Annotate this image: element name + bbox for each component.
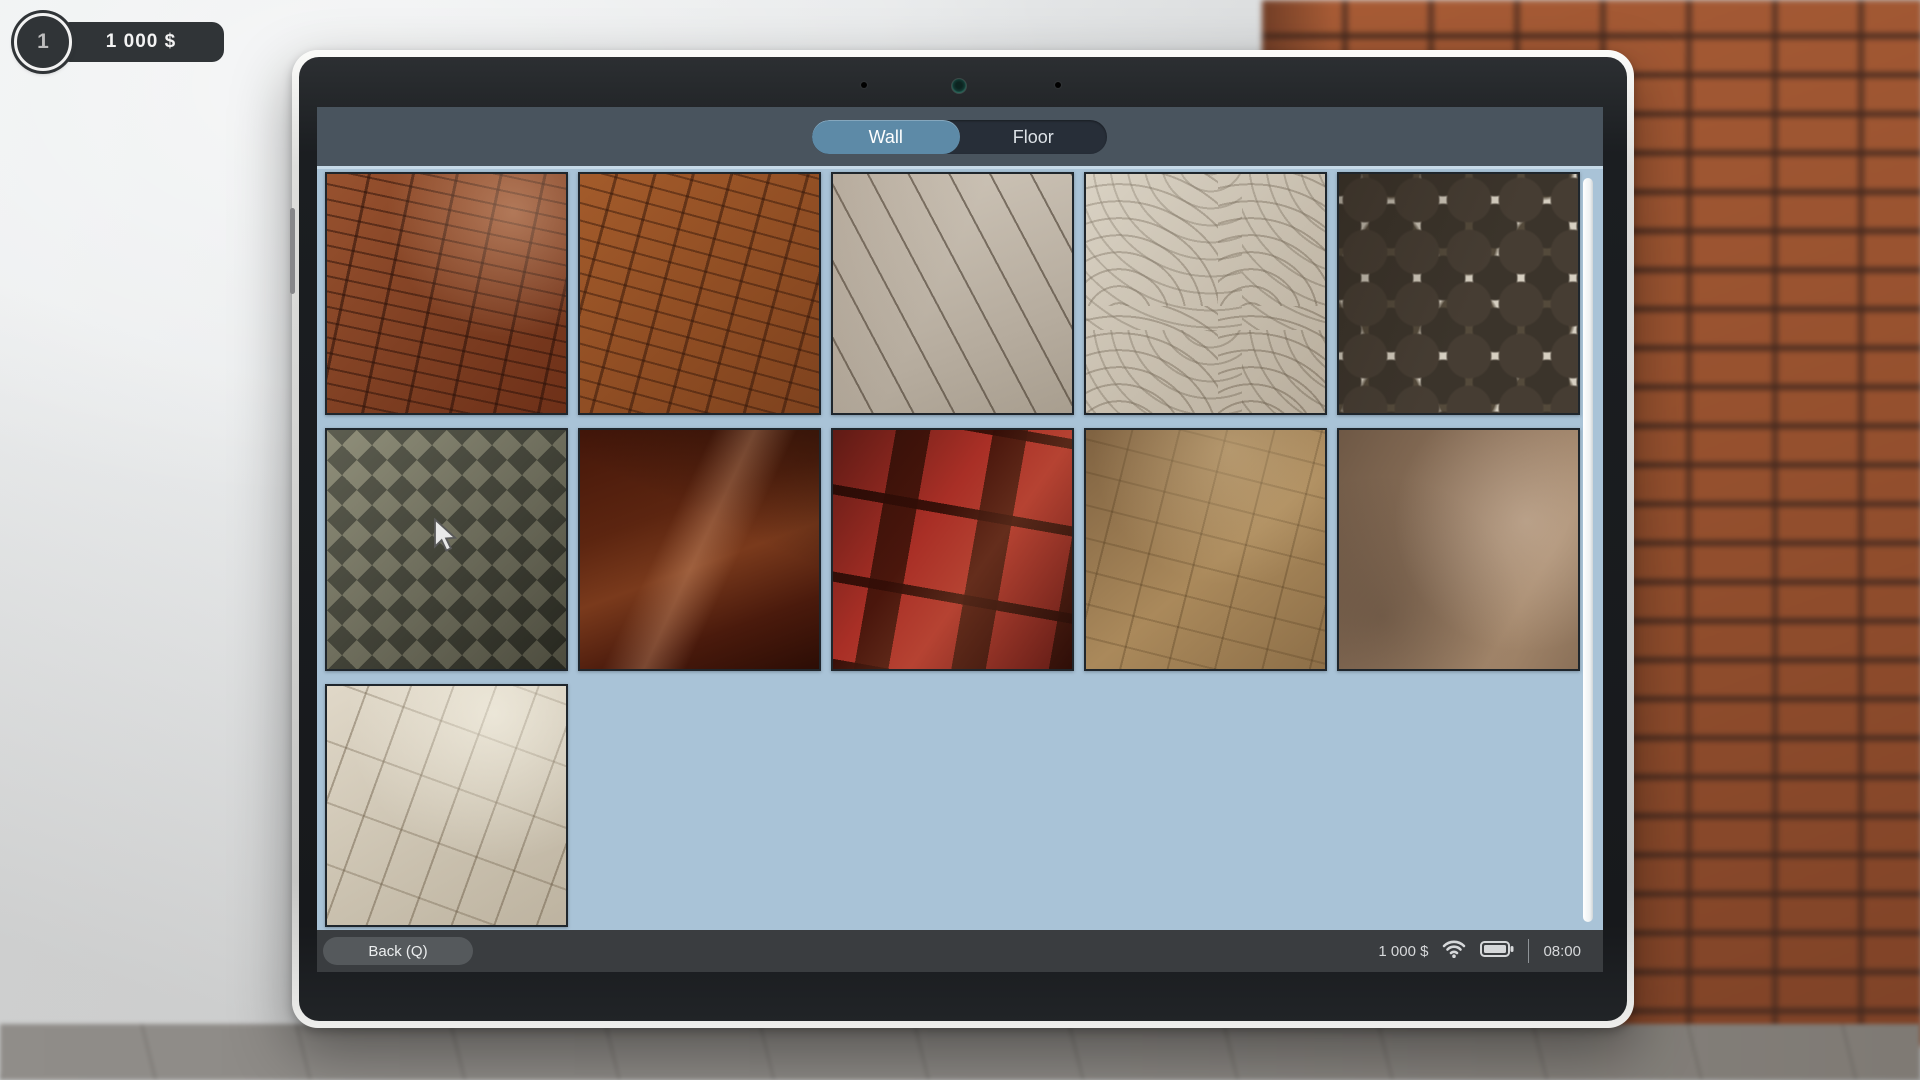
material-light-wood-planks[interactable] bbox=[831, 172, 1074, 415]
material-white-brick-wall[interactable] bbox=[325, 684, 568, 927]
tablet-screen: Wall Floor Back (Q) 1 000 $ bbox=[317, 107, 1603, 972]
material-tan-brick-wall[interactable] bbox=[1084, 428, 1327, 671]
status-money: 1 000 $ bbox=[1378, 943, 1428, 960]
hud-money-pill: 1 000 $ bbox=[58, 22, 224, 62]
tablet-device: Wall Floor Back (Q) 1 000 $ bbox=[292, 50, 1634, 1028]
wall-floor-segmented-control: Wall Floor bbox=[812, 120, 1107, 154]
material-brown-plaster[interactable] bbox=[1337, 428, 1580, 671]
mic-dot-left bbox=[861, 82, 867, 88]
mic-dot-right bbox=[1055, 82, 1061, 88]
material-dark-pebble-mosaic-tiles[interactable] bbox=[1337, 172, 1580, 415]
hud-money-value: 1 000 $ bbox=[106, 31, 176, 53]
back-button[interactable]: Back (Q) bbox=[323, 937, 473, 965]
material-red-brick-pavers[interactable] bbox=[578, 172, 821, 415]
camera-icon bbox=[951, 78, 967, 94]
tab-wall[interactable]: Wall bbox=[812, 120, 960, 154]
tab-floor[interactable]: Floor bbox=[960, 120, 1108, 154]
material-dark-mahogany-wood[interactable] bbox=[578, 428, 821, 671]
scrollbar[interactable] bbox=[1583, 178, 1593, 922]
material-red-panel-wood-door[interactable] bbox=[831, 428, 1074, 671]
material-red-brick-herringbone-dark[interactable] bbox=[325, 172, 568, 415]
wifi-icon bbox=[1442, 939, 1466, 963]
game-screenshot: 1 000 $ 1 Wall Floor bbox=[0, 0, 1920, 1080]
battery-icon bbox=[1480, 940, 1514, 962]
material-beige-scallop-tiles[interactable] bbox=[1084, 172, 1327, 415]
content-top-highlight bbox=[317, 166, 1603, 169]
status-time: 08:00 bbox=[1543, 943, 1581, 960]
status-separator bbox=[1528, 939, 1529, 963]
background-tile-floor bbox=[0, 1024, 1920, 1080]
hud-slot-badge: 1 bbox=[14, 13, 72, 71]
screen-header: Wall Floor bbox=[317, 107, 1603, 166]
material-olive-3d-diamond-panels[interactable] bbox=[325, 428, 568, 671]
status-cluster: 1 000 $ bbox=[1378, 930, 1581, 972]
bottom-bar: Back (Q) 1 000 $ bbox=[317, 930, 1603, 972]
material-grid bbox=[317, 166, 1603, 930]
hud-slot-number: 1 bbox=[37, 30, 49, 54]
tablet-side-button bbox=[290, 208, 295, 294]
